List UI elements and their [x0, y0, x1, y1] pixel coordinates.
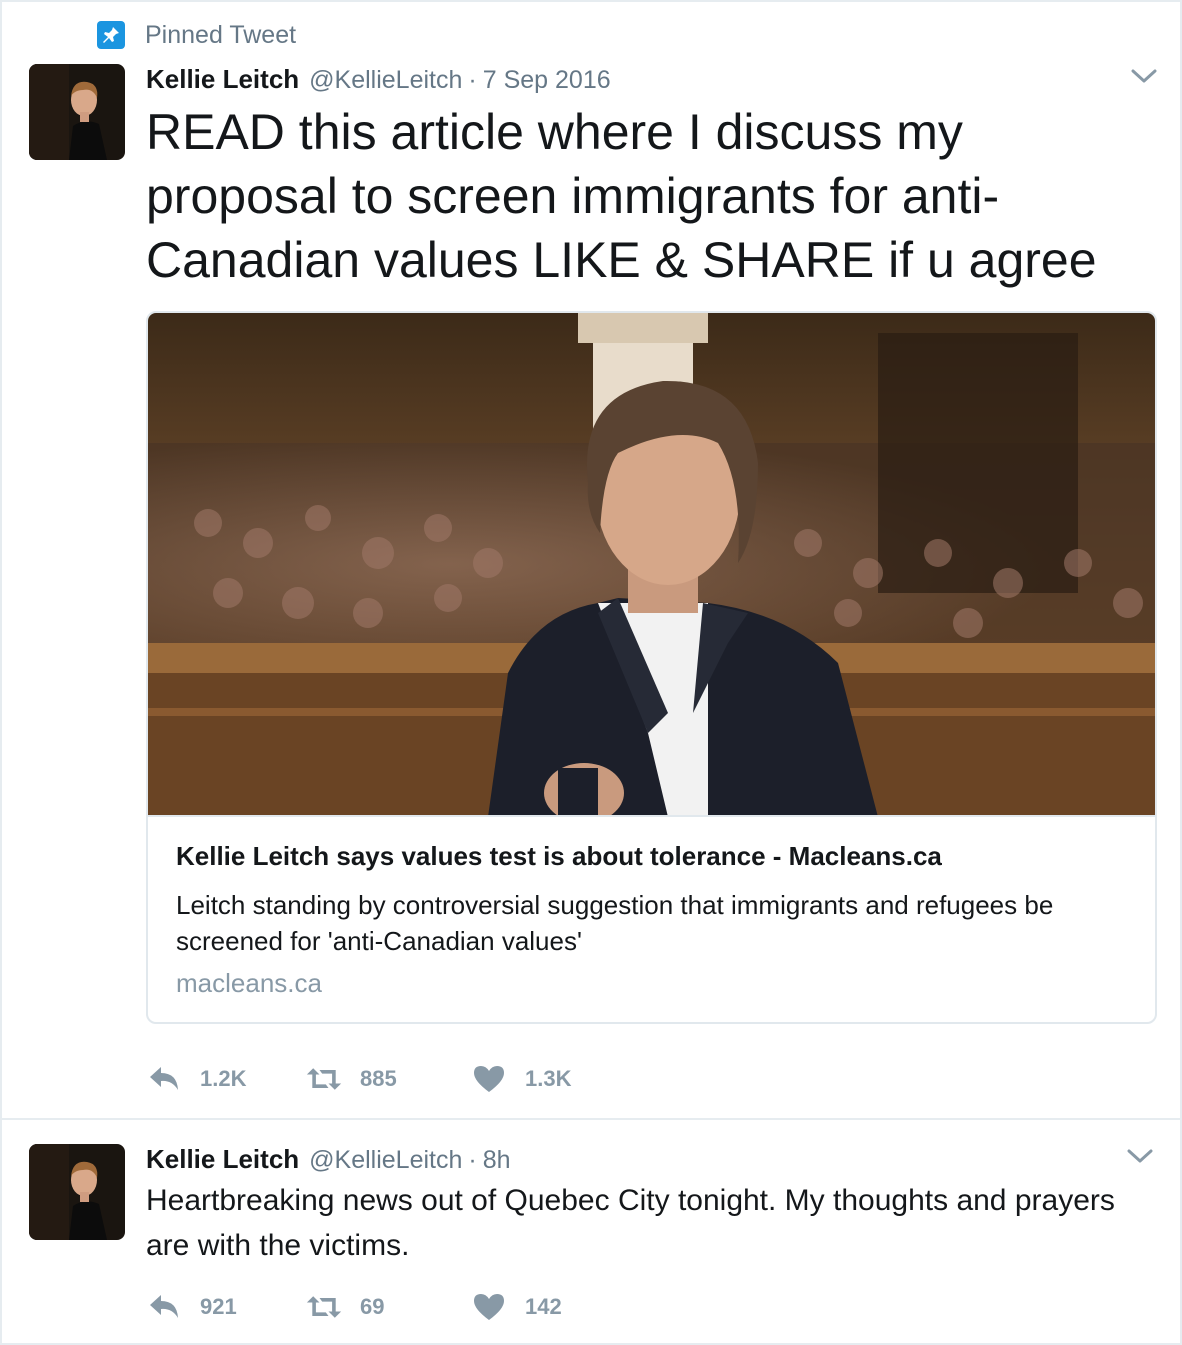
fullname[interactable]: Kellie Leitch — [146, 1144, 299, 1175]
like-count: 1.3K — [525, 1066, 572, 1091]
username[interactable]: @KellieLeitch — [309, 66, 462, 95]
reply-icon — [146, 1064, 182, 1094]
like-button[interactable]: 1.3K — [471, 1064, 631, 1094]
tweet-text: Heartbreaking news out of Quebec City to… — [146, 1184, 1115, 1262]
heart-icon — [471, 1064, 507, 1094]
separator: · — [468, 1146, 477, 1174]
card-domain[interactable]: macleans.ca — [176, 968, 322, 999]
timeline: Pinned Tweet Kellie Leitch @KellieLeitch… — [0, 0, 1182, 1345]
card-image[interactable] — [148, 313, 1155, 817]
retweet-count: 885 — [360, 1066, 397, 1091]
chevron-down-icon[interactable] — [1130, 66, 1158, 86]
reply-button[interactable]: 1.2K — [146, 1064, 306, 1094]
timestamp[interactable]: 8h — [483, 1146, 511, 1175]
timestamp[interactable]: 7 Sep 2016 — [483, 66, 611, 95]
avatar[interactable] — [29, 64, 125, 160]
pin-icon — [97, 21, 125, 49]
tweet-pinned[interactable]: Pinned Tweet Kellie Leitch @KellieLeitch… — [2, 2, 1182, 1120]
link-card[interactable]: Kellie Leitch says values test is about … — [146, 311, 1157, 1024]
tweet-actions: 1.2K 885 1.3K — [146, 1064, 631, 1094]
retweet-icon — [306, 1064, 342, 1094]
like-count: 142 — [525, 1294, 562, 1319]
card-title[interactable]: Kellie Leitch says values test is about … — [176, 841, 942, 872]
chevron-down-icon[interactable] — [1126, 1146, 1154, 1166]
reply-count: 1.2K — [200, 1066, 247, 1091]
retweet-button[interactable]: 69 — [306, 1292, 471, 1322]
reply-count: 921 — [200, 1294, 237, 1319]
retweet-icon — [306, 1292, 342, 1322]
fullname[interactable]: Kellie Leitch — [146, 64, 299, 95]
tweet-header: Kellie Leitch @KellieLeitch · 7 Sep 2016 — [146, 64, 611, 95]
separator: · — [468, 66, 477, 94]
tweet-text: READ this article where I discuss my pro… — [146, 104, 1097, 288]
pinned-indicator: Pinned Tweet — [97, 20, 296, 50]
pinned-label: Pinned Tweet — [145, 20, 297, 49]
heart-icon — [471, 1292, 507, 1322]
retweet-button[interactable]: 885 — [306, 1064, 471, 1094]
reply-icon — [146, 1292, 182, 1322]
tweet-actions: 921 69 142 — [146, 1292, 631, 1322]
card-description: Leitch standing by controversial suggest… — [176, 890, 1054, 956]
tweet-header: Kellie Leitch @KellieLeitch · 8h — [146, 1144, 511, 1175]
avatar[interactable] — [29, 1144, 125, 1240]
reply-button[interactable]: 921 — [146, 1292, 306, 1322]
retweet-count: 69 — [360, 1294, 385, 1319]
like-button[interactable]: 142 — [471, 1292, 631, 1322]
username[interactable]: @KellieLeitch — [309, 1146, 462, 1175]
